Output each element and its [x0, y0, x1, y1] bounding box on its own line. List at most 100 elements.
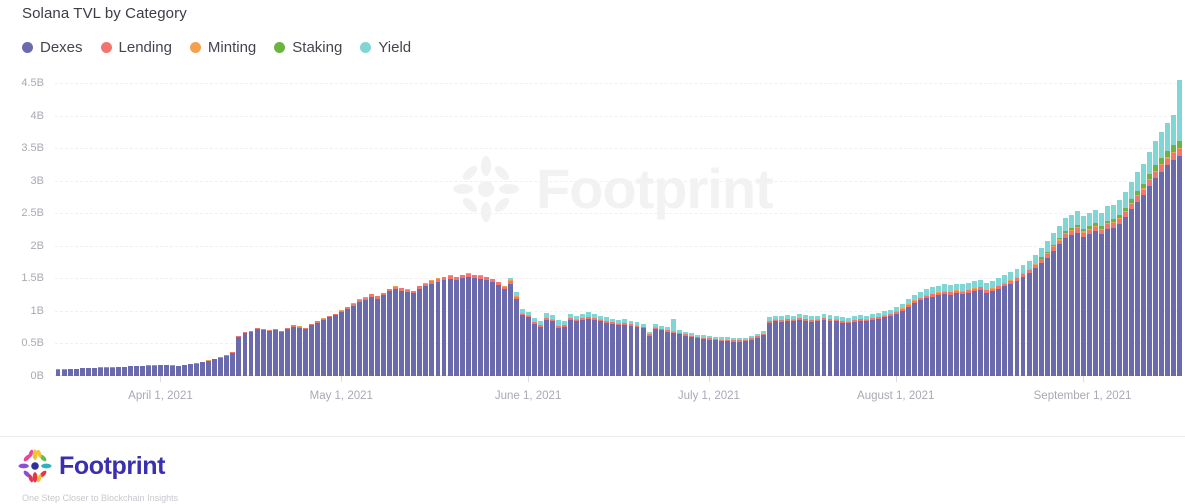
bar-column[interactable]	[887, 309, 893, 376]
bar-column[interactable]	[332, 313, 338, 376]
bar-column[interactable]	[1141, 163, 1147, 376]
bar-column[interactable]	[489, 278, 495, 376]
bar-column[interactable]	[1044, 241, 1050, 376]
bar-column[interactable]	[91, 367, 97, 376]
bar-column[interactable]	[700, 335, 706, 376]
bar-column[interactable]	[302, 327, 308, 376]
footprint-brand[interactable]: Footprint	[18, 449, 165, 483]
bar-column[interactable]	[821, 314, 827, 376]
bar-column[interactable]	[1165, 123, 1171, 376]
bar-column[interactable]	[1062, 217, 1068, 376]
bar-column[interactable]	[1111, 204, 1116, 376]
bar-column[interactable]	[767, 317, 773, 376]
bar-column[interactable]	[79, 367, 85, 376]
bar-column[interactable]	[1092, 209, 1098, 376]
bar-column[interactable]	[1080, 216, 1086, 376]
bar-column[interactable]	[1123, 191, 1129, 376]
bar-column[interactable]	[1153, 141, 1159, 376]
bar-column[interactable]	[399, 287, 405, 376]
bar-column[interactable]	[622, 319, 628, 376]
bar-column[interactable]	[1159, 132, 1165, 376]
bar-column[interactable]	[948, 285, 954, 376]
bar-column[interactable]	[381, 292, 387, 376]
bar-column[interactable]	[1038, 247, 1044, 376]
bar-column[interactable]	[676, 330, 682, 376]
bar-column[interactable]	[206, 360, 212, 376]
bar-column[interactable]	[532, 318, 537, 376]
bar-column[interactable]	[791, 315, 797, 376]
bar-column[interactable]	[115, 366, 121, 376]
bar-column[interactable]	[610, 318, 616, 376]
bar-column[interactable]	[942, 284, 948, 376]
bar-column[interactable]	[954, 283, 960, 376]
bar-column[interactable]	[1020, 264, 1026, 376]
bar-column[interactable]	[694, 334, 700, 376]
bar-column[interactable]	[773, 315, 779, 376]
bar-column[interactable]	[218, 357, 224, 376]
legend-item-yield[interactable]: Yield	[360, 39, 411, 56]
bar-column[interactable]	[266, 329, 272, 376]
bar-column[interactable]	[85, 367, 91, 376]
bar-column[interactable]	[803, 314, 809, 376]
bar-column[interactable]	[652, 324, 658, 376]
bar-column[interactable]	[905, 299, 911, 376]
bar-column[interactable]	[990, 281, 996, 376]
bar-column[interactable]	[260, 329, 266, 376]
bar-column[interactable]	[978, 279, 984, 376]
bar-column[interactable]	[604, 317, 610, 376]
bar-column[interactable]	[212, 358, 218, 376]
bar-column[interactable]	[224, 355, 230, 376]
bar-column[interactable]	[598, 315, 604, 376]
bar-column[interactable]	[785, 314, 791, 376]
bar-column[interactable]	[755, 334, 761, 376]
legend-item-staking[interactable]: Staking	[274, 39, 342, 56]
bar-column[interactable]	[646, 331, 652, 376]
bar-column[interactable]	[556, 320, 562, 376]
bar-column[interactable]	[127, 365, 133, 376]
bar-column[interactable]	[103, 367, 109, 376]
bar-column[interactable]	[1147, 151, 1153, 376]
bar-column[interactable]	[230, 351, 236, 376]
bar-column[interactable]	[477, 275, 483, 376]
bar-column[interactable]	[278, 330, 284, 376]
bar-column[interactable]	[411, 290, 417, 376]
bar-column[interactable]	[845, 317, 851, 376]
bar-column[interactable]	[67, 368, 73, 376]
bar-column[interactable]	[248, 330, 254, 376]
bar-column[interactable]	[73, 368, 79, 376]
bar-column[interactable]	[682, 331, 688, 376]
bar-column[interactable]	[586, 312, 592, 376]
bar-column[interactable]	[712, 336, 718, 376]
bar-column[interactable]	[815, 315, 821, 376]
bar-column[interactable]	[471, 274, 477, 376]
bar-column[interactable]	[839, 317, 845, 376]
bar-column[interactable]	[375, 296, 381, 376]
bar-column[interactable]	[918, 291, 923, 376]
bar-column[interactable]	[405, 289, 411, 376]
bar-column[interactable]	[899, 303, 905, 376]
bar-column[interactable]	[538, 321, 543, 376]
bar-column[interactable]	[121, 366, 127, 376]
bar-column[interactable]	[562, 321, 568, 376]
bar-column[interactable]	[966, 282, 972, 376]
bar-column[interactable]	[525, 312, 531, 376]
bar-column[interactable]	[857, 314, 863, 376]
bar-column[interactable]	[893, 306, 899, 376]
bar-column[interactable]	[272, 328, 278, 376]
bar-column[interactable]	[743, 337, 749, 376]
bar-column[interactable]	[984, 282, 990, 376]
bar-column[interactable]	[881, 311, 887, 376]
legend-item-minting[interactable]: Minting	[189, 39, 256, 56]
bar-column[interactable]	[725, 337, 730, 376]
bar-column[interactable]	[326, 315, 332, 376]
bar-column[interactable]	[1135, 171, 1141, 376]
bar-column[interactable]	[960, 284, 966, 376]
bar-column[interactable]	[737, 338, 743, 376]
bar-column[interactable]	[152, 365, 157, 376]
bar-column[interactable]	[495, 281, 501, 376]
bar-column[interactable]	[447, 275, 453, 376]
bar-column[interactable]	[664, 327, 670, 376]
bar-column[interactable]	[61, 369, 67, 376]
bar-column[interactable]	[170, 365, 176, 376]
bar-column[interactable]	[658, 325, 664, 376]
